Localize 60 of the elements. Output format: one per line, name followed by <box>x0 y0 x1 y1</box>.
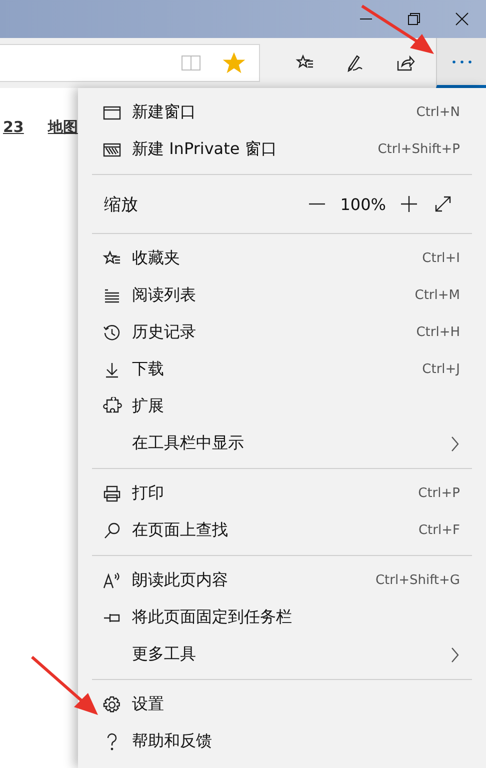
close-icon <box>455 12 469 26</box>
expand-arrows-icon <box>434 195 452 213</box>
menu-item[interactable]: 阅读列表 Ctrl+M <box>78 277 486 314</box>
menu-item[interactable]: 在工具栏中显示 <box>78 425 486 462</box>
shortcut-text: Ctrl+I <box>422 251 460 266</box>
menu-item-label: 下载 <box>132 359 165 380</box>
menu-item-label: 在页面上查找 <box>132 520 229 541</box>
shortcut-text: Ctrl+J <box>422 362 460 377</box>
more-icon <box>452 60 472 64</box>
read-aloud-icon <box>102 570 122 590</box>
zoom-label: 缩放 <box>104 194 139 216</box>
search-icon <box>102 520 122 540</box>
menu-item-label: 收藏夹 <box>132 248 181 269</box>
menu-item[interactable]: 打印 Ctrl+P <box>78 475 486 512</box>
menu-item[interactable]: 新建窗口 Ctrl+N <box>78 94 486 131</box>
shortcut-text: Ctrl+F <box>418 523 460 538</box>
zoom-value: 100% <box>340 194 386 214</box>
menu-item-label: 阅读列表 <box>132 285 197 306</box>
share-icon <box>395 53 415 73</box>
menu-item[interactable]: 设置 <box>78 686 486 723</box>
shortcut-text: Ctrl+N <box>416 105 460 120</box>
shortcut-text: Ctrl+Shift+G <box>375 573 460 588</box>
plus-icon <box>400 195 418 213</box>
menu-item-label: 设置 <box>132 694 165 715</box>
annotation-arrow <box>30 655 100 717</box>
page-link[interactable]: 地图 <box>48 118 78 137</box>
menu-item[interactable]: 收藏夹 Ctrl+I <box>78 240 486 277</box>
star-icon[interactable] <box>223 52 245 74</box>
menu-item-label: 历史记录 <box>132 322 197 343</box>
menu-item-label: 扩展 <box>132 396 165 417</box>
shortcut-text: Ctrl+M <box>414 288 460 303</box>
page-link[interactable]: 23 <box>3 118 24 137</box>
menu-item[interactable]: 扩展 <box>78 388 486 425</box>
menu-item[interactable]: 下载 Ctrl+J <box>78 351 486 388</box>
shortcut-text: Ctrl+H <box>416 325 460 340</box>
menu-item[interactable]: 新建 InPrivate 窗口 Ctrl+Shift+P <box>78 131 486 168</box>
restore-icon <box>407 12 421 26</box>
more-button[interactable] <box>436 38 486 88</box>
shortcut-text: Ctrl+P <box>418 486 460 501</box>
menu-item-label: 朗读此页内容 <box>132 570 229 591</box>
menu-item-label: 新建 InPrivate 窗口 <box>132 139 278 160</box>
settings-icon <box>102 694 122 714</box>
menu-item[interactable]: 更多工具 <box>78 636 486 673</box>
menu-item-label: 帮助和反馈 <box>132 731 213 752</box>
menu-item[interactable]: 在页面上查找 Ctrl+F <box>78 512 486 549</box>
menu-item-label: 将此页面固定到任务栏 <box>132 607 293 628</box>
menu-item-label: 更多工具 <box>132 644 197 665</box>
menu-item[interactable]: 朗读此页内容 Ctrl+Shift+G <box>78 562 486 599</box>
menu-item-label: 在工具栏中显示 <box>132 433 245 454</box>
minus-icon <box>308 203 326 205</box>
menu-item[interactable]: 帮助和反馈 <box>78 723 486 760</box>
menu-item[interactable]: 历史记录 Ctrl+H <box>78 314 486 351</box>
minimize-icon <box>359 18 373 20</box>
pen-icon <box>345 53 365 73</box>
menu-item-label: 新建窗口 <box>132 102 197 123</box>
menu-item-label: 打印 <box>132 483 165 504</box>
history-icon <box>102 322 122 342</box>
printer-icon <box>102 484 122 504</box>
menu-item[interactable]: 将此页面固定到任务栏 <box>78 599 486 636</box>
shortcut-text: Ctrl+Shift+P <box>378 142 460 157</box>
